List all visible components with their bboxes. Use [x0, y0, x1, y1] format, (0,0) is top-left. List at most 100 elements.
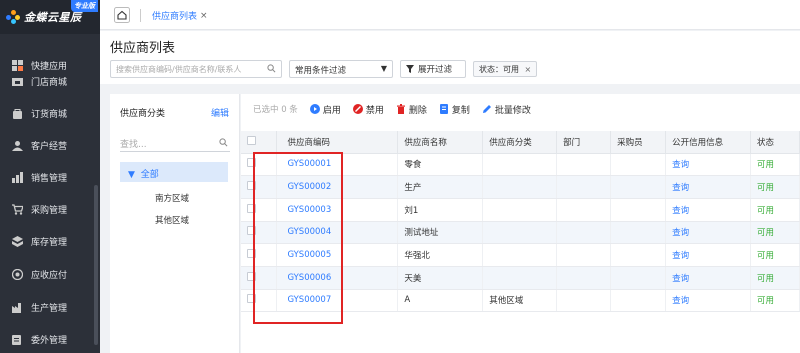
sidebar-item[interactable]: 委外管理: [0, 328, 100, 350]
credit-query-link[interactable]: 查询: [665, 153, 751, 177]
filter-icon: [406, 65, 414, 73]
column-header[interactable]: 采购员: [610, 131, 667, 154]
supplier-code-link[interactable]: GYS00002: [276, 175, 399, 199]
category-tree-item[interactable]: 其他区域: [155, 214, 189, 226]
select-all-checkbox[interactable]: [247, 135, 256, 145]
enable-button[interactable]: 启用: [309, 103, 341, 116]
table-row[interactable]: GYS00003 刘1 查询 可用: [241, 198, 800, 222]
column-header[interactable]: 供应商分类: [482, 131, 558, 154]
sidebar-item[interactable]: 生产管理: [0, 296, 100, 318]
ban-icon: [352, 104, 363, 114]
status-filter-chip[interactable]: 状态：可用 ×: [473, 61, 538, 77]
sidebar-scrollbar[interactable]: [94, 185, 98, 345]
column-header[interactable]: 公开信用信息: [665, 131, 751, 154]
grid-icon: [12, 59, 23, 71]
buyer-cell: [610, 266, 667, 290]
row-checkbox[interactable]: [247, 203, 256, 213]
chevron-down-icon: ▼: [380, 64, 387, 73]
select-all-cell[interactable]: [241, 131, 278, 154]
category-search-input[interactable]: 查找...: [120, 134, 230, 152]
column-header[interactable]: 供应商名称: [397, 131, 484, 154]
supplier-category-cell: 其他区域: [482, 289, 558, 313]
supplier-name-cell: 华强北: [397, 243, 484, 267]
copy-button[interactable]: 复制: [439, 103, 470, 116]
disable-button[interactable]: 禁用: [352, 103, 384, 116]
tab-supplier-list[interactable]: 供应商列表 ×: [152, 9, 208, 23]
table-row[interactable]: GYS00004 测试地址 查询 可用: [241, 221, 800, 245]
search-icon[interactable]: [267, 64, 276, 73]
sidebar-item-label: 采购管理: [31, 205, 68, 216]
supplier-code-link[interactable]: GYS00007: [276, 289, 399, 313]
category-tree-item[interactable]: 南方区域: [155, 192, 189, 204]
row-select-cell[interactable]: [241, 243, 278, 267]
row-checkbox[interactable]: [247, 294, 256, 304]
expand-filter-button[interactable]: 展开过滤: [400, 60, 466, 78]
grid-toolbar: 已选中 0 条 启用 禁用 删除 复制 批量修改: [241, 94, 800, 124]
row-select-cell[interactable]: [241, 153, 278, 177]
column-header[interactable]: 状态: [750, 131, 800, 154]
credit-query-link[interactable]: 查询: [665, 198, 751, 222]
table-row[interactable]: GYS00006 天美 查询 可用: [241, 266, 800, 290]
sidebar-item[interactable]: 客户经营: [0, 134, 100, 156]
sidebar-item-label: 门店商城: [31, 77, 68, 88]
row-select-cell[interactable]: [241, 175, 278, 199]
buyer-cell: [610, 289, 667, 313]
supplier-code-link[interactable]: GYS00004: [276, 221, 399, 245]
logo[interactable]: 金蝶云星辰 专业版: [0, 0, 100, 34]
table-row[interactable]: GYS00005 华强北 查询 可用: [241, 243, 800, 267]
supplier-code-link[interactable]: GYS00001: [276, 153, 399, 177]
credit-query-link[interactable]: 查询: [665, 221, 751, 245]
sidebar-item-label: 销售管理: [31, 173, 68, 184]
batch-edit-button[interactable]: 批量修改: [482, 103, 531, 116]
sidebar-item[interactable]: 销售管理: [0, 166, 100, 188]
column-header[interactable]: 部门: [556, 131, 612, 154]
inventory-icon: [12, 235, 23, 247]
search-input[interactable]: 搜索供应商编码/供应商名称/联系人: [110, 60, 282, 78]
supplier-category-cell: [482, 266, 558, 290]
close-icon[interactable]: ×: [525, 65, 532, 74]
row-select-cell[interactable]: [241, 289, 278, 313]
disable-label: 禁用: [365, 105, 384, 116]
credit-query-link[interactable]: 查询: [665, 243, 751, 267]
category-edit-link[interactable]: 编辑: [211, 106, 229, 119]
row-select-cell[interactable]: [241, 198, 278, 222]
status-badge: 可用: [750, 243, 800, 267]
row-checkbox[interactable]: [247, 249, 256, 259]
supplier-category-cell: [482, 153, 558, 177]
status-badge: 可用: [750, 153, 800, 177]
supplier-code-link[interactable]: GYS00006: [276, 266, 399, 290]
sidebar-item-label: 生产管理: [31, 303, 68, 314]
play-icon: [309, 104, 320, 114]
delete-button[interactable]: 删除: [396, 103, 427, 116]
filter-select[interactable]: 常用条件过滤 ▼: [289, 60, 393, 78]
credit-query-link[interactable]: 查询: [665, 289, 751, 313]
category-search-placeholder: 查找...: [120, 140, 147, 150]
sidebar-item[interactable]: 采购管理: [0, 198, 100, 220]
table-row[interactable]: GYS00007 A 其他区域 查询 可用: [241, 289, 800, 313]
row-select-cell[interactable]: [241, 221, 278, 245]
row-checkbox[interactable]: [247, 226, 256, 236]
credit-query-link[interactable]: 查询: [665, 175, 751, 199]
supplier-code-link[interactable]: GYS00005: [276, 243, 399, 267]
sidebar-item[interactable]: 应收应付: [0, 263, 100, 285]
search-icon[interactable]: [219, 138, 228, 147]
row-checkbox[interactable]: [247, 271, 256, 281]
buyer-cell: [610, 175, 667, 199]
row-select-cell[interactable]: [241, 266, 278, 290]
sidebar-item[interactable]: 订货商城: [0, 102, 100, 124]
column-header[interactable]: 供应商编码: [276, 131, 399, 154]
copy-label: 复制: [451, 105, 470, 116]
sidebar-item[interactable]: 库存管理: [0, 230, 100, 252]
category-tree-all[interactable]: ▼ 全部: [120, 162, 228, 182]
table-row[interactable]: GYS00002 生产 查询 可用: [241, 175, 800, 199]
sidebar-item[interactable]: 门店商城: [0, 70, 100, 92]
row-checkbox[interactable]: [247, 181, 256, 191]
row-checkbox[interactable]: [247, 158, 256, 168]
close-icon[interactable]: ×: [200, 11, 208, 21]
credit-query-link[interactable]: 查询: [665, 266, 751, 290]
supplier-code-link[interactable]: GYS00003: [276, 198, 399, 222]
status-badge: 可用: [750, 175, 800, 199]
supplier-name-cell: 生产: [397, 175, 484, 199]
table-row[interactable]: GYS00001 零食 查询 可用: [241, 153, 800, 177]
home-icon[interactable]: [114, 7, 130, 23]
